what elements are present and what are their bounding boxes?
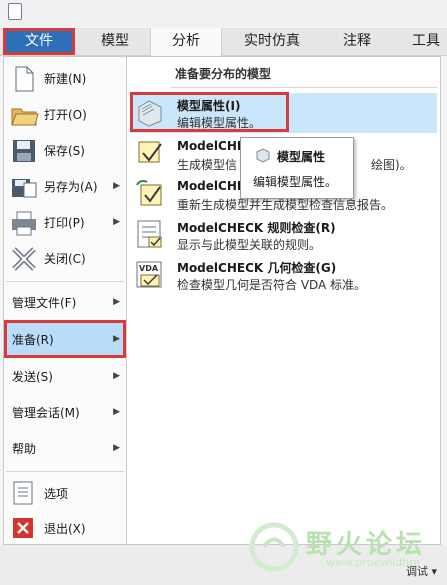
close-x-icon bbox=[10, 245, 40, 271]
highlight-callout-box bbox=[130, 92, 289, 132]
tab-realtime-sim[interactable]: 实时仿真 bbox=[228, 28, 316, 55]
menu-item-save-as[interactable]: 另存为(A) ▶ bbox=[4, 169, 126, 203]
open-folder-icon bbox=[10, 101, 40, 127]
new-file-icon bbox=[10, 65, 40, 92]
menu-item-print[interactable]: 打印(P) ▶ bbox=[4, 205, 126, 239]
menu-item-close[interactable]: 关闭(C) bbox=[4, 241, 126, 275]
menu-label: 打印(P) bbox=[44, 215, 85, 230]
submenu-arrow-icon: ▶ bbox=[113, 297, 120, 307]
menu-label: 帮助 bbox=[12, 441, 37, 456]
submenu-arrow-icon: ▶ bbox=[113, 407, 120, 417]
tab-file[interactable]: 文件 bbox=[3, 28, 75, 55]
printer-icon bbox=[10, 209, 40, 236]
tooltip-title: 模型属性 bbox=[277, 150, 326, 164]
vda-geometry-check-icon: VDA bbox=[135, 259, 165, 289]
submenu-arrow-icon: ▶ bbox=[113, 181, 120, 191]
item-title: ModelCHECK 规则检查(R) bbox=[177, 221, 336, 235]
save-as-icon bbox=[10, 173, 40, 199]
panel-title: 准备要分布的模型 bbox=[175, 67, 272, 81]
menu-label: 选项 bbox=[44, 486, 69, 501]
menu-item-options[interactable]: 选项 bbox=[4, 477, 126, 509]
save-disk-icon bbox=[10, 137, 40, 163]
menu-label: 保存(S) bbox=[44, 143, 85, 158]
rules-check-icon bbox=[135, 219, 165, 249]
submenu-arrow-icon: ▶ bbox=[113, 217, 120, 227]
menu-item-manage-files[interactable]: 管理文件(F) ▶ bbox=[4, 285, 126, 319]
app-document-icon[interactable] bbox=[8, 3, 22, 20]
tooltip-desc: 编辑模型属性。 bbox=[253, 175, 338, 189]
menu-label: 打开(O) bbox=[44, 107, 87, 122]
item-modelcheck-geometry[interactable]: VDA ModelCHECK 几何检查(G) 检查模型几何是否符合 VDA 标准… bbox=[131, 255, 437, 295]
menu-divider bbox=[6, 281, 124, 282]
modelcheck-icon bbox=[135, 139, 165, 169]
svg-text:VDA: VDA bbox=[139, 264, 159, 273]
modelcheck-regenerate-icon bbox=[135, 179, 165, 209]
menu-item-exit[interactable]: 退出(X) bbox=[4, 512, 126, 544]
item-desc-tail: 绘图)。 bbox=[371, 158, 412, 172]
item-desc: 检查模型几何是否符合 VDA 标准。 bbox=[177, 278, 367, 292]
menu-label: 准备(R) bbox=[12, 332, 54, 347]
item-modelcheck-rules[interactable]: ModelCHECK 规则检查(R) 显示与此模型关联的规则。 bbox=[131, 215, 437, 255]
menu-item-new[interactable]: 新建(N) bbox=[4, 61, 126, 95]
menu-label: 退出(X) bbox=[44, 521, 86, 536]
menu-item-send[interactable]: 发送(S) ▶ bbox=[4, 359, 126, 393]
tooltip-model-properties: 模型属性 编辑模型属性。 bbox=[240, 137, 354, 199]
exit-x-icon bbox=[10, 515, 40, 541]
panel-divider bbox=[171, 87, 437, 88]
item-desc: 显示与此模型关联的规则。 bbox=[177, 238, 322, 252]
title-bar bbox=[0, 0, 447, 26]
debug-dropdown[interactable]: 调试 ▾ bbox=[406, 563, 437, 579]
menu-label: 发送(S) bbox=[12, 369, 53, 384]
menu-divider bbox=[6, 471, 124, 472]
menu-item-save[interactable]: 保存(S) bbox=[4, 133, 126, 167]
menu-label: 另存为(A) bbox=[44, 179, 98, 194]
model-properties-icon bbox=[255, 147, 271, 163]
menu-label: 管理文件(F) bbox=[12, 295, 77, 310]
menu-label: 新建(N) bbox=[44, 71, 87, 86]
tab-analysis[interactable]: 分析 bbox=[150, 28, 222, 56]
menu-label: 关闭(C) bbox=[44, 251, 86, 266]
file-menu-left: 新建(N) 打开(O) 保存(S) 另存为(A) ▶ 打印(P) ▶ 关闭(C)… bbox=[3, 56, 127, 545]
menu-label: 管理会话(M) bbox=[12, 405, 80, 420]
menu-item-open[interactable]: 打开(O) bbox=[4, 97, 126, 131]
submenu-arrow-icon: ▶ bbox=[113, 443, 120, 453]
tab-model[interactable]: 模型 bbox=[82, 28, 148, 55]
menu-item-manage-session[interactable]: 管理会话(M) ▶ bbox=[4, 395, 126, 429]
submenu-arrow-icon: ▶ bbox=[113, 371, 120, 381]
menu-item-help[interactable]: 帮助 ▶ bbox=[4, 431, 126, 465]
ribbon-tab-strip: 文件 模型 分析 实时仿真 注释 工具 bbox=[0, 28, 447, 56]
menu-item-prepare[interactable]: 准备(R) ▶ bbox=[4, 320, 126, 358]
item-desc: 生成模型信 bbox=[177, 158, 238, 172]
item-title: ModelCHECK 几何检查(G) bbox=[177, 261, 337, 275]
submenu-arrow-icon: ▶ bbox=[113, 334, 120, 344]
tab-annotate[interactable]: 注释 bbox=[322, 28, 392, 55]
tab-tools[interactable]: 工具 bbox=[396, 28, 447, 55]
options-list-icon bbox=[10, 480, 40, 506]
